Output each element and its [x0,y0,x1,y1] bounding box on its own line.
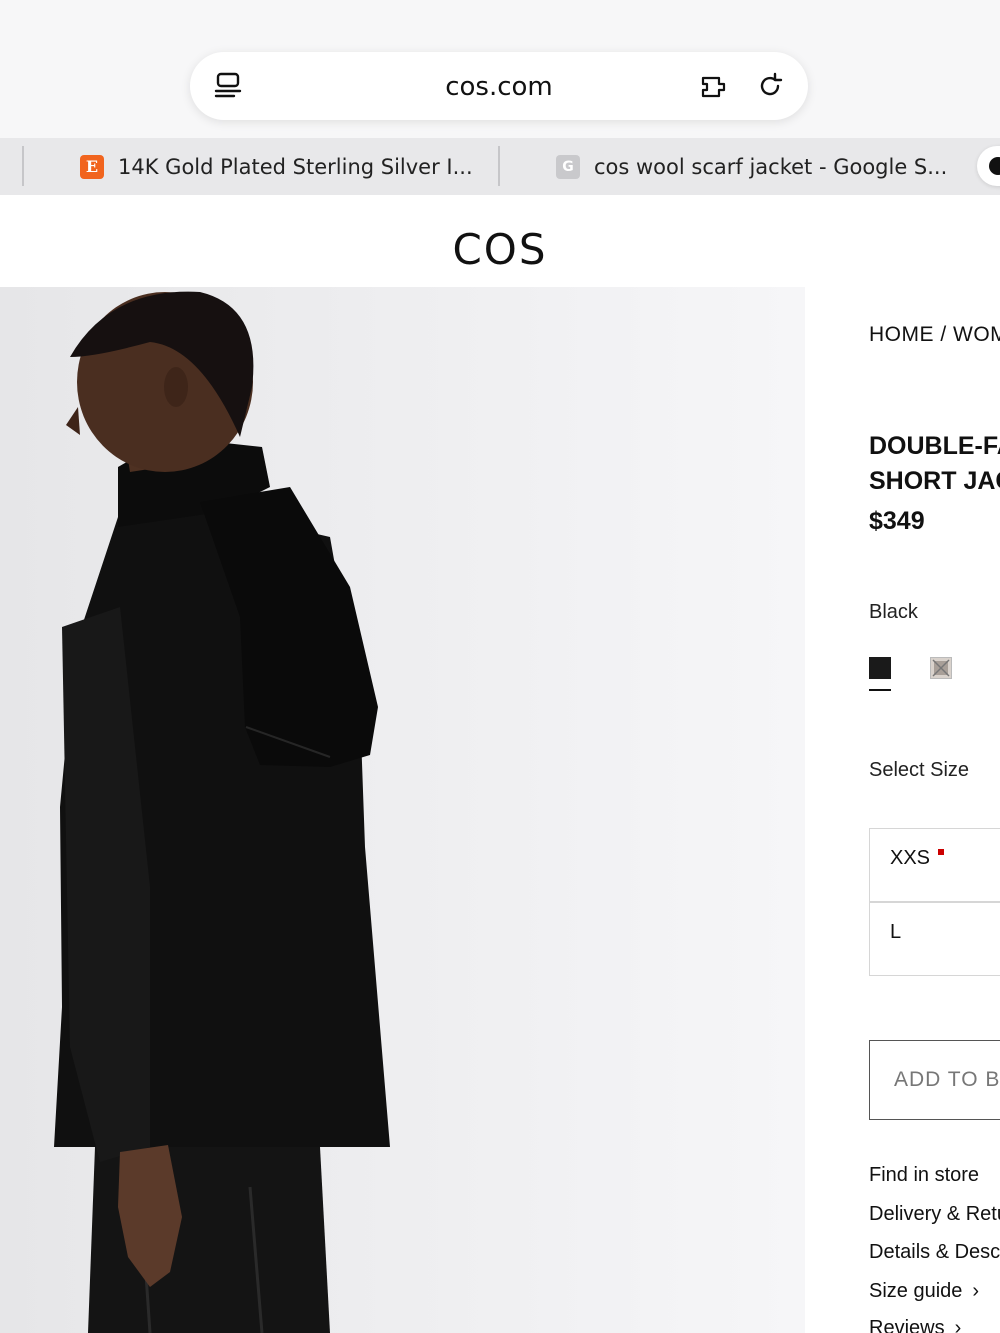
delivery-returns-link[interactable]: Delivery & Returns [869,1203,1000,1226]
site-logo[interactable]: COS [0,225,1000,274]
more-tabs-icon [989,157,1000,175]
color-name: Black [869,601,918,623]
details-description-link[interactable]: Details & Description [869,1241,1000,1264]
tab-title: 14K Gold Plated Sterling Silver I... [118,154,473,179]
add-to-bag-label: ADD TO BAG [894,1068,1000,1091]
selected-swatch-indicator [869,689,891,691]
select-size-label: Select Size [869,759,970,781]
product-info-panel: HOME / WOMEN DOUBLE-FACED SHORT JACKET $… [869,287,1000,1333]
tab-etsy[interactable]: E 14K Gold Plated Sterling Silver I... [80,138,473,195]
tab-google[interactable]: G cos wool scarf jacket - Google S... [556,138,947,195]
tab-divider [22,146,24,186]
add-to-bag-button[interactable]: ADD TO BAG [869,1040,1000,1120]
extension-icon[interactable] [698,70,730,102]
low-stock-indicator [938,849,944,855]
size-label: XXS [890,847,931,869]
chevron-right-icon: › [954,1317,962,1333]
product-title: DOUBLE-FACED SHORT JACKET [869,429,1000,499]
breadcrumb[interactable]: HOME / WOMEN [869,323,1000,347]
model-photo [0,287,805,1333]
size-guide-label: Size guide [869,1280,963,1302]
crossed-out-icon [932,659,950,677]
product-title-line: SHORT JACKET [869,467,1000,495]
chevron-right-icon: › [972,1280,980,1302]
size-option-l[interactable]: L [869,902,1000,976]
find-in-store-link[interactable]: Find in store [869,1164,979,1187]
etsy-favicon-icon: E [80,154,104,179]
product-title-line: DOUBLE-FACED [869,432,1000,460]
size-option-xxs[interactable]: XXS [869,828,1000,902]
product-price: $349 [869,507,925,535]
reviews-link[interactable]: Reviews › [869,1317,961,1333]
tab-divider [498,146,500,186]
browser-toolbar: cos.com [0,0,1000,138]
site-header: COS [0,195,1000,287]
google-favicon-icon: G [556,154,580,179]
color-swatch-black[interactable] [869,657,891,679]
reload-icon[interactable] [754,70,786,102]
reviews-label: Reviews [869,1317,945,1333]
size-guide-link[interactable]: Size guide › [869,1280,979,1303]
color-swatch-unavailable[interactable] [930,657,952,679]
size-label: L [890,921,902,943]
tab-strip: E 14K Gold Plated Sterling Silver I... G… [0,138,1000,195]
product-image[interactable] [0,287,805,1333]
address-bar[interactable]: cos.com [190,52,808,120]
tab-title: cos wool scarf jacket - Google S... [594,154,948,179]
